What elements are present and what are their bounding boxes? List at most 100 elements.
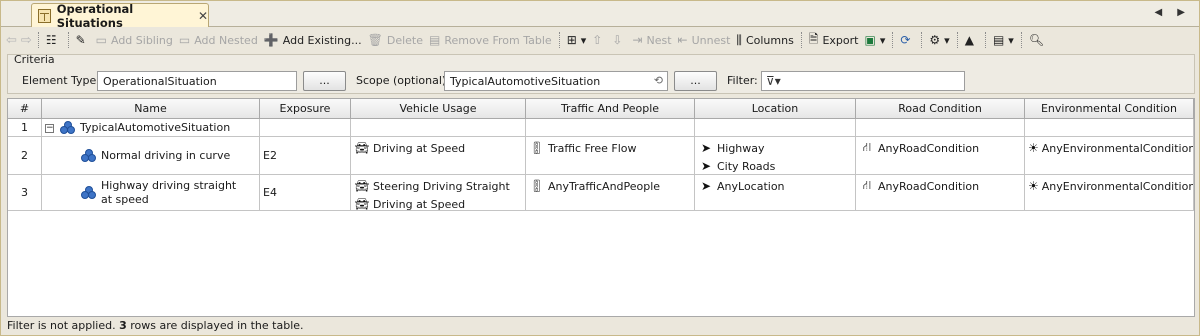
close-icon[interactable]: ✕ bbox=[198, 9, 208, 23]
col-exposure-cell[interactable] bbox=[260, 119, 351, 137]
add-existing-icon: ➕ bbox=[263, 33, 279, 47]
cell-value: Traffic Free Flow bbox=[548, 141, 637, 155]
element-type-browse-button[interactable]: ... bbox=[303, 71, 346, 91]
scope-browse-button[interactable]: ... bbox=[674, 71, 717, 91]
refresh-button[interactable]: ⟳ bbox=[897, 30, 917, 50]
list-item: ⛙ AnyRoadCondition bbox=[859, 177, 1021, 195]
collapse-toggle-icon[interactable]: − bbox=[45, 123, 54, 133]
col-road-condition-cell[interactable]: ⛙ AnyRoadCondition bbox=[856, 175, 1025, 211]
traffic-light-icon: 🚦︎ bbox=[529, 141, 545, 155]
col-traffic-and-people-header[interactable]: Traffic And People bbox=[526, 99, 695, 119]
cell-value: Steering Driving Straight bbox=[373, 179, 510, 193]
status-suffix: rows are displayed in the table. bbox=[126, 319, 304, 332]
cell-value: AnyLocation bbox=[717, 179, 785, 193]
view-mode-dropdown[interactable]: ▤ ▾ bbox=[990, 30, 1017, 50]
list-item: ➤ Highway bbox=[698, 139, 852, 157]
toolbar-separator bbox=[892, 32, 894, 48]
col-environmental-condition-cell[interactable]: ☀︎ AnyEnvironmentalCondition bbox=[1025, 137, 1194, 175]
unnest-icon: ⇤ bbox=[677, 33, 688, 47]
unnest-button[interactable]: ⇤ Unnest bbox=[675, 30, 734, 50]
tree-icon: ☷ bbox=[45, 33, 57, 47]
filter-label: Filter: bbox=[727, 74, 758, 87]
cell-value: AnyEnvironmentalCondition bbox=[1041, 141, 1194, 155]
col-location-header[interactable]: Location bbox=[695, 99, 856, 119]
filter-field[interactable]: ⊽▾ bbox=[761, 71, 965, 91]
delete-button[interactable]: 🗑 Delete bbox=[365, 30, 426, 50]
search-icon: 🔍︎ bbox=[1028, 33, 1045, 47]
col-name-cell[interactable]: − TypicalAutomotiveSituation bbox=[42, 119, 260, 137]
export-button[interactable]: 🗎 Export bbox=[806, 30, 862, 50]
move-down-button[interactable]: ⇩ bbox=[609, 30, 629, 50]
col-environmental-condition-cell[interactable]: ☀︎ AnyEnvironmentalCondition bbox=[1025, 175, 1194, 211]
excel-dropdown[interactable]: ▣ ▾ bbox=[861, 30, 888, 50]
col-location-cell[interactable] bbox=[695, 119, 856, 137]
col-exposure-cell[interactable]: E4 bbox=[260, 175, 351, 211]
move-up-button[interactable]: ⇧ bbox=[589, 30, 609, 50]
col-number-cell[interactable]: 1 bbox=[8, 119, 42, 137]
columns-button[interactable]: ⫼ Columns bbox=[733, 30, 796, 50]
tab-operational-situations[interactable]: Operational Situations ✕ bbox=[31, 2, 209, 30]
add-nested-button[interactable]: ▭ Add Nested bbox=[176, 30, 261, 50]
col-exposure-cell[interactable]: E2 bbox=[260, 137, 351, 175]
clear-scope-icon[interactable]: ⟲ bbox=[654, 74, 663, 87]
add-existing-button[interactable]: ➕ Add Existing... bbox=[261, 30, 365, 50]
col-exposure-header[interactable]: Exposure bbox=[260, 99, 351, 119]
col-number-cell[interactable]: 3 bbox=[8, 175, 42, 211]
filter-icon[interactable]: ⊽▾ bbox=[766, 74, 781, 88]
col-number-header[interactable]: # bbox=[8, 99, 42, 119]
col-name-cell[interactable]: Highway driving straight at speed bbox=[42, 175, 260, 211]
columns-label: Columns bbox=[745, 33, 794, 47]
back-arrow-icon[interactable]: ⇦ bbox=[4, 33, 19, 48]
col-traffic-and-people-cell[interactable]: 🚦︎ Traffic Free Flow bbox=[526, 137, 695, 175]
list-item: ⛙ AnyRoadCondition bbox=[859, 139, 1021, 157]
location-arrow-icon: ➤ bbox=[700, 141, 712, 155]
add-nested-icon: ▭ bbox=[178, 33, 191, 47]
col-vehicle-usage-header[interactable]: Vehicle Usage bbox=[351, 99, 526, 119]
criteria-panel: Criteria Element Type: OperationalSituat… bbox=[7, 53, 1195, 94]
tree-view-button[interactable]: ☷ bbox=[43, 30, 64, 50]
remove-from-table-button[interactable]: ▤ Remove From Table bbox=[426, 30, 555, 50]
window-frame: Operational Situations ✕ ◀ ▶ ⇦ ⇨ ☷ ✎ ▭ Ad… bbox=[0, 0, 1200, 336]
criteria-row: Element Type: OperationalSituation ... S… bbox=[8, 70, 1194, 92]
columns-icon: ⫼ bbox=[736, 32, 742, 47]
col-traffic-and-people-cell[interactable] bbox=[526, 119, 695, 137]
weather-icon: ☀︎ bbox=[1028, 141, 1039, 155]
col-location-cell[interactable]: ➤ Highway ➤ City Roads bbox=[695, 137, 856, 175]
col-environmental-condition-cell[interactable] bbox=[1025, 119, 1194, 137]
car-icon: 🚘︎ bbox=[354, 179, 370, 193]
tab-bar: Operational Situations ✕ ◀ ▶ bbox=[1, 1, 1199, 30]
layout-dropdown[interactable]: ⊞ ▾ bbox=[564, 30, 590, 50]
col-number-cell[interactable]: 2 bbox=[8, 137, 42, 175]
edit-criteria-button[interactable]: ✎ bbox=[73, 30, 93, 50]
tab-navigation-arrows[interactable]: ◀ ▶ bbox=[1154, 7, 1191, 18]
toolbar-separator bbox=[800, 32, 802, 48]
list-item: ➤ AnyLocation bbox=[698, 177, 852, 195]
col-name-cell[interactable]: Normal driving in curve bbox=[42, 137, 260, 175]
col-name-header[interactable]: Name bbox=[42, 99, 260, 119]
move-up-icon: ⇧ bbox=[592, 33, 603, 47]
search-button[interactable]: 🔍︎ bbox=[1026, 30, 1051, 50]
list-item: 🚦︎ AnyTrafficAndPeople bbox=[529, 177, 691, 195]
scope-field[interactable]: TypicalAutomotiveSituation ⟲ bbox=[444, 71, 668, 91]
col-environmental-condition-header[interactable]: Environmental Condition bbox=[1025, 99, 1194, 119]
options-dropdown[interactable]: ⚙ ▾ bbox=[926, 30, 952, 50]
forward-arrow-icon[interactable]: ⇨ bbox=[19, 33, 34, 48]
col-vehicle-usage-cell[interactable] bbox=[351, 119, 526, 137]
col-vehicle-usage-cell[interactable]: 🚘︎ Driving at Speed bbox=[351, 137, 526, 175]
add-sibling-button[interactable]: ▭ Add Sibling bbox=[93, 30, 176, 50]
nest-button[interactable]: ⇥ Nest bbox=[629, 30, 674, 50]
car-icon: 🚘︎ bbox=[354, 141, 370, 155]
collapse-button[interactable]: ▲ bbox=[962, 30, 981, 50]
col-road-condition-header[interactable]: Road Condition bbox=[856, 99, 1025, 119]
remove-icon: ▤ bbox=[429, 33, 441, 47]
col-road-condition-cell[interactable]: ⛙ AnyRoadCondition bbox=[856, 137, 1025, 175]
col-location-cell[interactable]: ➤ AnyLocation bbox=[695, 175, 856, 211]
nest-icon: ⇥ bbox=[632, 33, 643, 47]
list-item: 🚘︎ Driving at Speed bbox=[354, 195, 522, 210]
element-type-field[interactable]: OperationalSituation bbox=[97, 71, 297, 91]
col-vehicle-usage-cell[interactable]: 🚘︎ Steering Driving Straight 🚘︎ Driving at … bbox=[351, 175, 526, 211]
col-traffic-and-people-cell[interactable]: 🚦︎ AnyTrafficAndPeople bbox=[526, 175, 695, 211]
excel-icon: ▣ bbox=[864, 33, 876, 47]
trash-icon: 🗑 bbox=[367, 33, 383, 47]
col-road-condition-cell[interactable] bbox=[856, 119, 1025, 137]
